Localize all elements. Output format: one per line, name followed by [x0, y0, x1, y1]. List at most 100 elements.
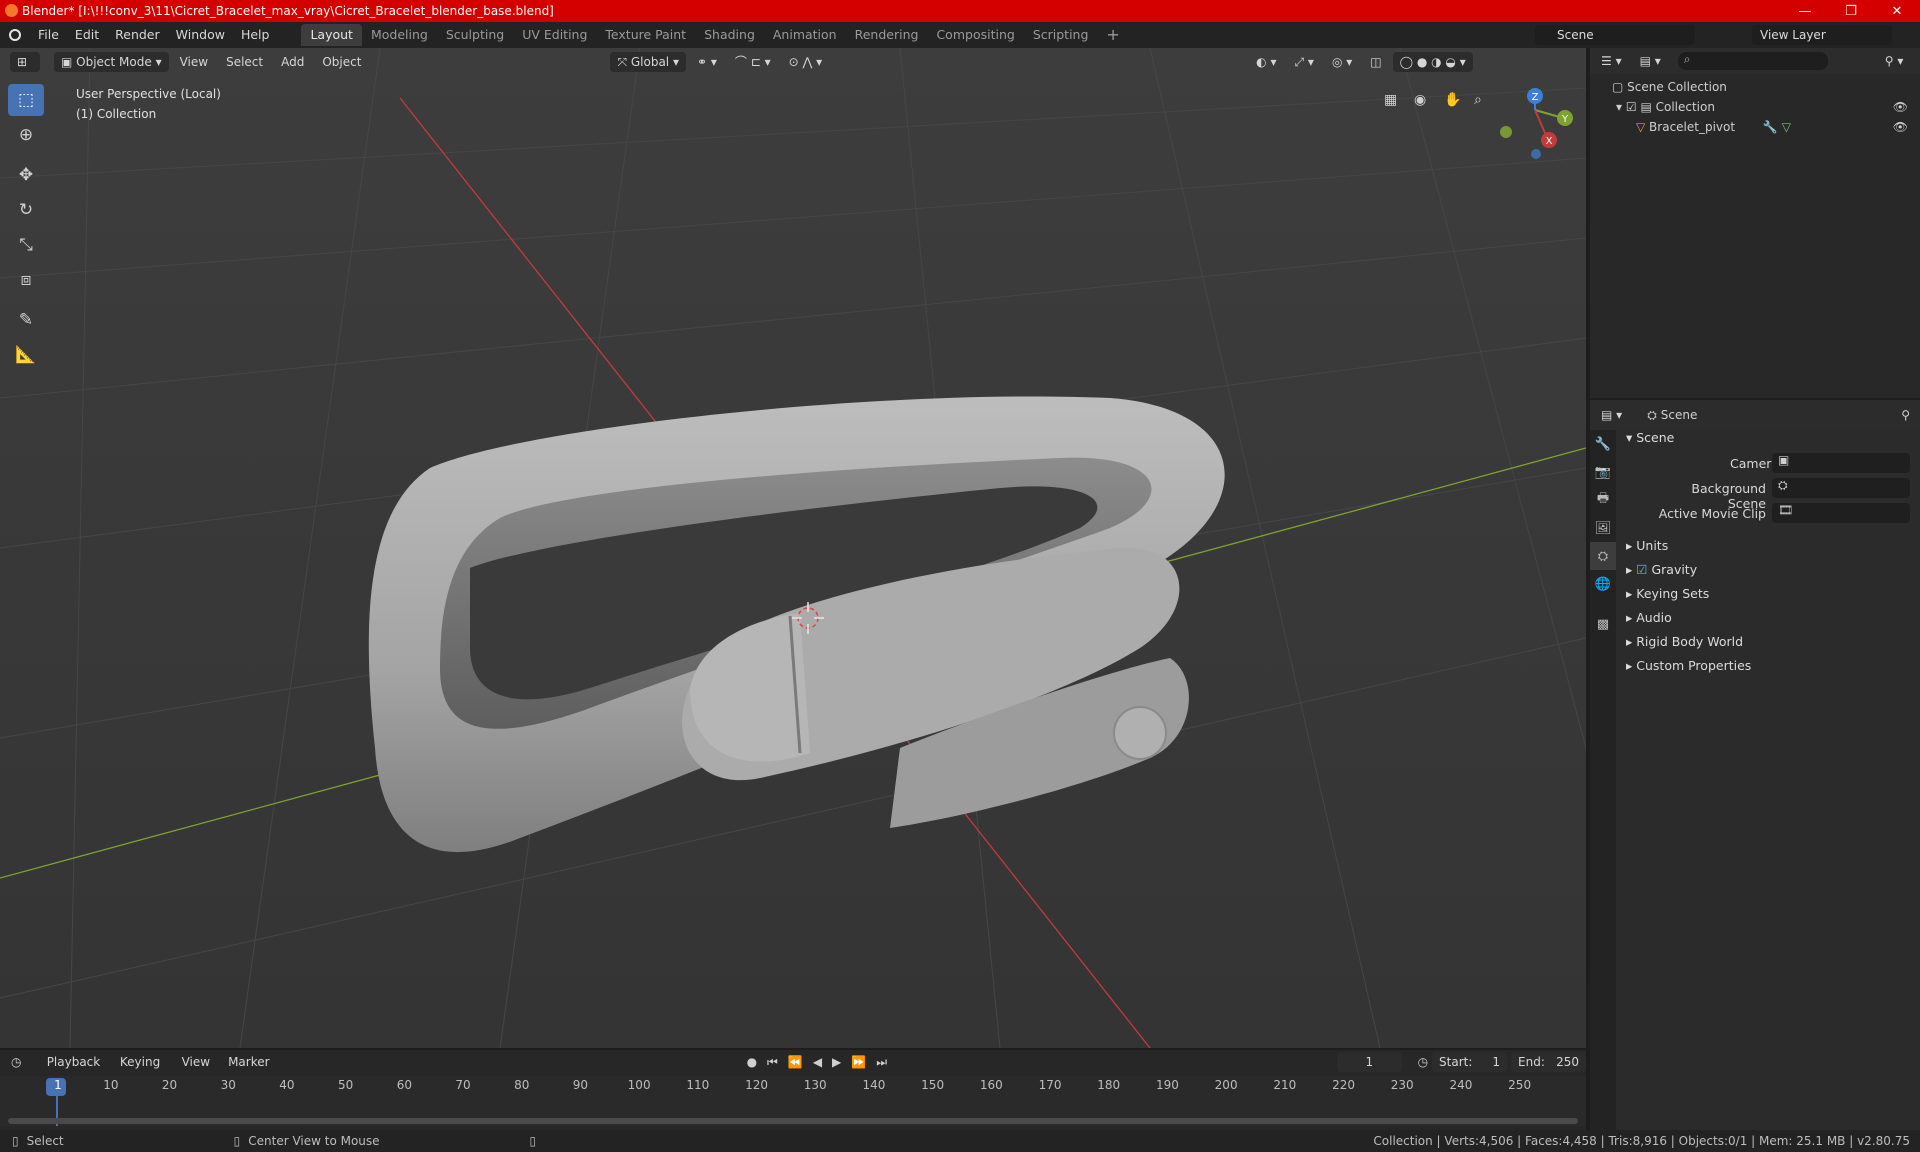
- tab-sculpting[interactable]: Sculpting: [437, 24, 513, 46]
- prev-keyframe-button[interactable]: ⏪: [788, 1055, 803, 1070]
- zoom-icon[interactable]: ⌕: [1474, 92, 1482, 108]
- shading-modes[interactable]: ◯ ● ◑ ◒ ▾: [1392, 52, 1473, 72]
- tab-compositing[interactable]: Compositing: [927, 24, 1023, 46]
- custom-properties-panel[interactable]: ▸ Custom Properties: [1626, 658, 1751, 673]
- timeline-editor-icon[interactable]: ◷ ▾: [4, 1052, 36, 1089]
- keying-sets-panel[interactable]: ▸ Keying Sets: [1626, 586, 1709, 601]
- timeline-menu-view[interactable]: View: [175, 1052, 217, 1072]
- current-frame-field[interactable]: 1: [1337, 1052, 1402, 1072]
- pivot-icon[interactable]: ⚭ ▾: [690, 52, 724, 72]
- xray-toggle-icon[interactable]: ◫: [1363, 52, 1388, 72]
- tab-animation[interactable]: Animation: [764, 24, 846, 46]
- outliner-row-object[interactable]: ▽ Bracelet_pivot 🔧 ▽ 👁: [1636, 120, 1916, 134]
- units-panel[interactable]: ▸ Units: [1626, 538, 1668, 553]
- timeline-menu-playback[interactable]: Playback ▾: [40, 1052, 109, 1089]
- background-scene-field[interactable]: ⛭: [1772, 478, 1910, 498]
- maximize-button[interactable]: ❐: [1828, 0, 1874, 22]
- audio-panel[interactable]: ▸ Audio: [1626, 610, 1672, 625]
- active-movie-clip-field[interactable]: 🎞: [1772, 503, 1910, 523]
- menu-file[interactable]: File: [30, 24, 67, 46]
- next-keyframe-button[interactable]: ⏩: [851, 1055, 866, 1070]
- frame-ruler[interactable]: 1 10 20 30 40 50 60 70 80 90 100 110 120 130 140 150 160…: [0, 1076, 1586, 1126]
- view-layer-selector[interactable]: View Layer: [1752, 25, 1892, 45]
- top-bar: File Edit Render Window Help Layout Mode…: [0, 22, 1920, 48]
- play-button[interactable]: ▶: [832, 1055, 841, 1070]
- outliner-editor-icon[interactable]: ☰ ▾: [1594, 51, 1629, 71]
- tab-rendering[interactable]: Rendering: [846, 24, 928, 46]
- jump-start-button[interactable]: ⏮: [767, 1055, 778, 1070]
- annotate-tool-icon[interactable]: ✎: [8, 304, 44, 336]
- tab-shading[interactable]: Shading: [695, 24, 764, 46]
- cursor-tool-icon[interactable]: ⊕: [8, 119, 44, 151]
- gizmo-toggle-icon[interactable]: ⤢ ▾: [1287, 52, 1320, 72]
- overlay-toggle-icon[interactable]: ◎ ▾: [1325, 52, 1359, 72]
- menu-render[interactable]: Render: [107, 24, 168, 46]
- end-frame-field[interactable]: End: 250: [1511, 1052, 1586, 1072]
- tool-tab-icon[interactable]: 🔧: [1590, 430, 1616, 458]
- output-tab-icon[interactable]: 🖶: [1590, 486, 1616, 514]
- mode-selector[interactable]: ▣ Object Mode ▾: [54, 52, 169, 72]
- editor-type-icon[interactable]: ⊞: [10, 52, 40, 72]
- start-value: 1: [1492, 1055, 1501, 1069]
- viewport-menu-object[interactable]: Object: [315, 52, 368, 72]
- rigid-body-world-panel[interactable]: ▸ Rigid Body World: [1626, 634, 1743, 649]
- pan-hand-icon[interactable]: ✋: [1444, 91, 1461, 108]
- viewport-menu-add[interactable]: Add: [274, 52, 311, 72]
- camera-view-icon[interactable]: ◉: [1414, 92, 1426, 108]
- blender-menu-icon[interactable]: [0, 24, 30, 46]
- menu-edit[interactable]: Edit: [67, 24, 107, 46]
- timeline-menu-keying[interactable]: Keying ▾: [113, 1052, 171, 1089]
- close-button[interactable]: ✕: [1874, 0, 1920, 22]
- scene-tab-icon[interactable]: ⛭: [1590, 542, 1616, 570]
- play-reverse-button[interactable]: ◀: [813, 1055, 822, 1070]
- timeline-scrollbar[interactable]: [8, 1118, 1578, 1124]
- minimize-button[interactable]: —: [1782, 0, 1828, 22]
- texture-tab-icon[interactable]: ▩: [1590, 610, 1616, 638]
- properties-editor-icon[interactable]: ▤ ▾: [1594, 405, 1629, 425]
- jump-end-button[interactable]: ⏭: [876, 1055, 887, 1070]
- snap-icon[interactable]: ⌒ ⊏ ▾: [728, 52, 778, 72]
- menu-window[interactable]: Window: [168, 24, 233, 46]
- menu-help[interactable]: Help: [233, 24, 278, 46]
- render-tab-icon[interactable]: 📷: [1590, 458, 1616, 486]
- scene-panel-header[interactable]: ▾ Scene: [1626, 430, 1674, 445]
- outliner-row-collection[interactable]: ▾ ☑ ▤ Collection 👁: [1616, 100, 1916, 114]
- grid-view-icon[interactable]: ▦: [1384, 92, 1397, 108]
- measure-tool-icon[interactable]: 📐: [8, 339, 44, 371]
- record-button[interactable]: ●: [747, 1055, 757, 1070]
- 3d-viewport[interactable]: Z Y X ▦ ◉ ✋ ⌕: [0, 48, 1586, 1048]
- object-eye-icon[interactable]: 👁: [1893, 120, 1908, 134]
- outliner-search-input[interactable]: ⌕: [1677, 52, 1828, 70]
- move-tool-icon[interactable]: ✥: [8, 159, 44, 191]
- select-box-tool-icon[interactable]: ⬚: [8, 84, 44, 116]
- orientation-selector[interactable]: ⤧ Global ▾: [610, 52, 686, 72]
- transform-tool-icon[interactable]: ⧈: [8, 264, 44, 296]
- visibility-icon[interactable]: ◐ ▾: [1249, 52, 1283, 72]
- world-tab-icon[interactable]: 🌐: [1590, 570, 1616, 598]
- viewport-menu-select[interactable]: Select: [219, 52, 270, 72]
- scale-tool-icon[interactable]: ⤡: [8, 229, 44, 261]
- camera-field[interactable]: ▣: [1772, 453, 1910, 473]
- tab-texture-paint[interactable]: Texture Paint: [596, 24, 695, 46]
- outliner-scene-collection[interactable]: ▢ Scene Collection: [1612, 80, 1727, 94]
- proportional-edit-icon[interactable]: ⊙ ⋀ ▾: [782, 52, 830, 72]
- add-workspace-icon[interactable]: +: [1097, 24, 1128, 46]
- start-frame-field[interactable]: Start: 1: [1432, 1052, 1508, 1072]
- display-mode-icon[interactable]: ▤ ▾: [1633, 51, 1668, 71]
- collection-checkbox[interactable]: ☑: [1626, 100, 1637, 114]
- tab-scripting[interactable]: Scripting: [1024, 24, 1098, 46]
- pin-icon[interactable]: ⚲: [1901, 408, 1910, 422]
- collection-eye-icon[interactable]: 👁: [1893, 100, 1908, 114]
- filter-icon[interactable]: ⚲ ▾: [1878, 51, 1911, 71]
- rotate-tool-icon[interactable]: ↻: [8, 194, 44, 226]
- scene-selector[interactable]: Scene: [1535, 25, 1695, 45]
- viewport-canvas[interactable]: Z Y X ▦ ◉ ✋ ⌕: [0, 48, 1586, 1048]
- gravity-checkbox[interactable]: ☑: [1636, 562, 1647, 577]
- timeline-menu-marker[interactable]: Marker: [221, 1052, 276, 1072]
- tab-modeling[interactable]: Modeling: [362, 24, 437, 46]
- tab-layout[interactable]: Layout: [301, 24, 362, 46]
- view-layer-tab-icon[interactable]: 🖼: [1590, 514, 1616, 542]
- gravity-panel[interactable]: ▸ ☑ Gravity: [1626, 562, 1697, 577]
- viewport-menu-view[interactable]: View: [173, 52, 215, 72]
- tab-uv-editing[interactable]: UV Editing: [513, 24, 596, 46]
